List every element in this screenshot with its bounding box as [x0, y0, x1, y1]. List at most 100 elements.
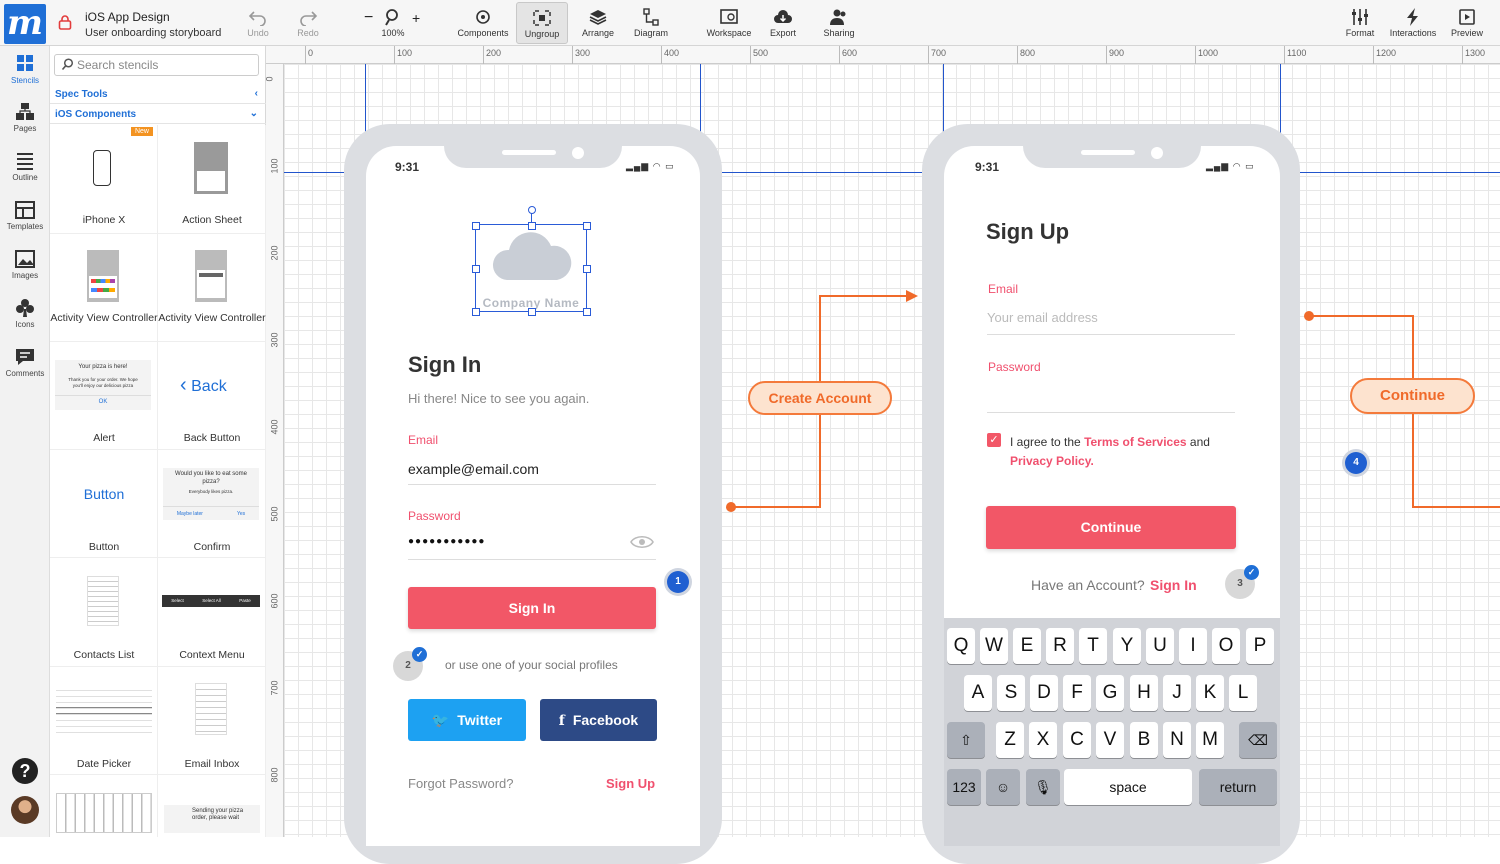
key-a[interactable]: A: [964, 675, 992, 711]
comment-badge-3[interactable]: 3 ✓: [1225, 565, 1259, 599]
eye-icon[interactable]: [630, 535, 654, 549]
key-p[interactable]: P: [1246, 628, 1274, 664]
key-k[interactable]: K: [1196, 675, 1224, 711]
stencil-keyboard[interactable]: [50, 775, 158, 837]
hotspot-badge-1[interactable]: 1: [667, 571, 689, 593]
zoom-in-button[interactable]: +: [412, 10, 420, 26]
zoom-out-button[interactable]: −: [364, 9, 373, 27]
key-i[interactable]: I: [1179, 628, 1207, 664]
stencil-alert[interactable]: Your pizza is here! Thank you for your o…: [50, 342, 158, 450]
key-v[interactable]: V: [1096, 722, 1124, 758]
forgot-password-link[interactable]: Forgot Password?: [408, 776, 514, 791]
stencil-back-button[interactable]: ‹ Back Back Button: [158, 342, 266, 450]
key-m[interactable]: M: [1196, 722, 1224, 758]
workspace-button[interactable]: Workspace: [702, 2, 756, 44]
stencil-confirm[interactable]: Would you like to eat some pizza? Everyb…: [158, 450, 266, 558]
section-spec-tools[interactable]: Spec Tools ‹: [50, 85, 266, 104]
ungroup-button[interactable]: Ungroup: [516, 2, 568, 44]
redo-button[interactable]: Redo: [288, 2, 328, 44]
continue-button[interactable]: Continue: [986, 506, 1236, 549]
stencil-context-menu[interactable]: Select Select All Paste Context Menu: [158, 558, 266, 667]
key-r[interactable]: R: [1046, 628, 1074, 664]
facebook-button[interactable]: f Facebook: [540, 699, 657, 741]
twitter-button[interactable]: 🐦 Twitter: [408, 699, 526, 741]
key-j[interactable]: J: [1163, 675, 1191, 711]
key-f[interactable]: F: [1063, 675, 1091, 711]
sharing-button[interactable]: Sharing: [816, 2, 862, 44]
key-w[interactable]: W: [980, 628, 1008, 664]
signup-screen[interactable]: 9:31 ▂▄▆ ◠ ▭ Sign Up Email Your email ad…: [944, 146, 1280, 846]
stencil-iphone-x[interactable]: New iPhone X: [50, 125, 158, 234]
rail-stencils[interactable]: Stencils: [0, 54, 50, 85]
rail-pages[interactable]: Pages: [0, 102, 50, 133]
stencil-contacts-list[interactable]: Contacts List: [50, 558, 158, 667]
resize-handle[interactable]: [528, 222, 536, 230]
create-account-label[interactable]: Create Account: [748, 381, 892, 415]
signup-email-input[interactable]: Your email address: [987, 310, 1098, 325]
stencil-progress[interactable]: Sending your pizza order, please wait: [158, 775, 266, 837]
key-z[interactable]: Z: [996, 722, 1024, 758]
terms-link[interactable]: Terms of Services: [1084, 435, 1187, 449]
stencil-activity-view-1[interactable]: Activity View Controller: [50, 234, 158, 342]
resize-handle[interactable]: [472, 222, 480, 230]
key-t[interactable]: T: [1079, 628, 1107, 664]
stencil-action-sheet[interactable]: Action Sheet: [158, 125, 266, 234]
key-b[interactable]: B: [1130, 722, 1158, 758]
privacy-link[interactable]: Privacy Policy.: [1010, 454, 1094, 468]
key-h[interactable]: H: [1130, 675, 1158, 711]
key-c[interactable]: C: [1063, 722, 1091, 758]
key-s[interactable]: S: [997, 675, 1025, 711]
undo-button[interactable]: Undo: [238, 2, 278, 44]
shift-key[interactable]: ⇧: [947, 722, 985, 758]
rail-comments[interactable]: Comments: [0, 347, 50, 378]
delete-key[interactable]: ⌫: [1239, 722, 1277, 758]
resize-handle[interactable]: [528, 308, 536, 316]
resize-handle[interactable]: [583, 222, 591, 230]
resize-handle[interactable]: [472, 308, 480, 316]
key-g[interactable]: G: [1096, 675, 1124, 711]
comment-badge-2[interactable]: 2 ✓: [393, 647, 427, 681]
stencil-date-picker[interactable]: Date Picker: [50, 667, 158, 775]
key-x[interactable]: X: [1029, 722, 1057, 758]
key-n[interactable]: N: [1163, 722, 1191, 758]
key-e[interactable]: E: [1013, 628, 1041, 664]
mic-key[interactable]: 🎙: [1026, 769, 1060, 805]
resize-handle[interactable]: [583, 265, 591, 273]
arrange-button[interactable]: Arrange: [574, 2, 622, 44]
zoom-control[interactable]: 100%: [374, 2, 412, 44]
continue-label[interactable]: Continue: [1350, 378, 1475, 414]
password-input[interactable]: ●●●●●●●●●●●: [408, 536, 485, 547]
rotate-handle[interactable]: [528, 206, 536, 214]
agree-checkbox[interactable]: ✓: [987, 433, 1001, 447]
project-title[interactable]: iOS App Design: [85, 10, 170, 24]
key-d[interactable]: D: [1030, 675, 1058, 711]
resize-handle[interactable]: [472, 265, 480, 273]
emoji-key[interactable]: ☺: [986, 769, 1020, 805]
resize-handle[interactable]: [583, 308, 591, 316]
key-o[interactable]: O: [1212, 628, 1240, 664]
space-key[interactable]: space: [1064, 769, 1192, 805]
hotspot-badge-4[interactable]: 4: [1345, 452, 1367, 474]
format-button[interactable]: Format: [1340, 2, 1380, 44]
signup-password-input[interactable]: [987, 412, 1235, 413]
diagram-button[interactable]: Diagram: [628, 2, 674, 44]
key-y[interactable]: Y: [1113, 628, 1141, 664]
stencil-email-inbox[interactable]: Email Inbox: [158, 667, 266, 775]
email-input[interactable]: example@email.com: [408, 461, 539, 477]
signup-link[interactable]: Sign Up: [606, 776, 655, 791]
section-ios-components[interactable]: iOS Components ⌄: [50, 105, 266, 124]
components-button[interactable]: Components: [452, 2, 514, 44]
export-button[interactable]: Export: [762, 2, 804, 44]
rail-images[interactable]: Images: [0, 249, 50, 280]
signin-link[interactable]: Sign In: [1150, 577, 1197, 593]
app-logo[interactable]: m: [4, 4, 46, 44]
search-input[interactable]: Search stencils: [54, 54, 259, 76]
rail-icons[interactable]: Icons: [0, 298, 50, 329]
key-q[interactable]: Q: [947, 628, 975, 664]
avatar[interactable]: [11, 796, 39, 824]
numbers-key[interactable]: 123: [947, 769, 981, 805]
rail-outline[interactable]: Outline: [0, 151, 50, 182]
signin-button[interactable]: Sign In: [408, 587, 656, 629]
key-l[interactable]: L: [1229, 675, 1257, 711]
stencil-button[interactable]: Button Button: [50, 450, 158, 558]
